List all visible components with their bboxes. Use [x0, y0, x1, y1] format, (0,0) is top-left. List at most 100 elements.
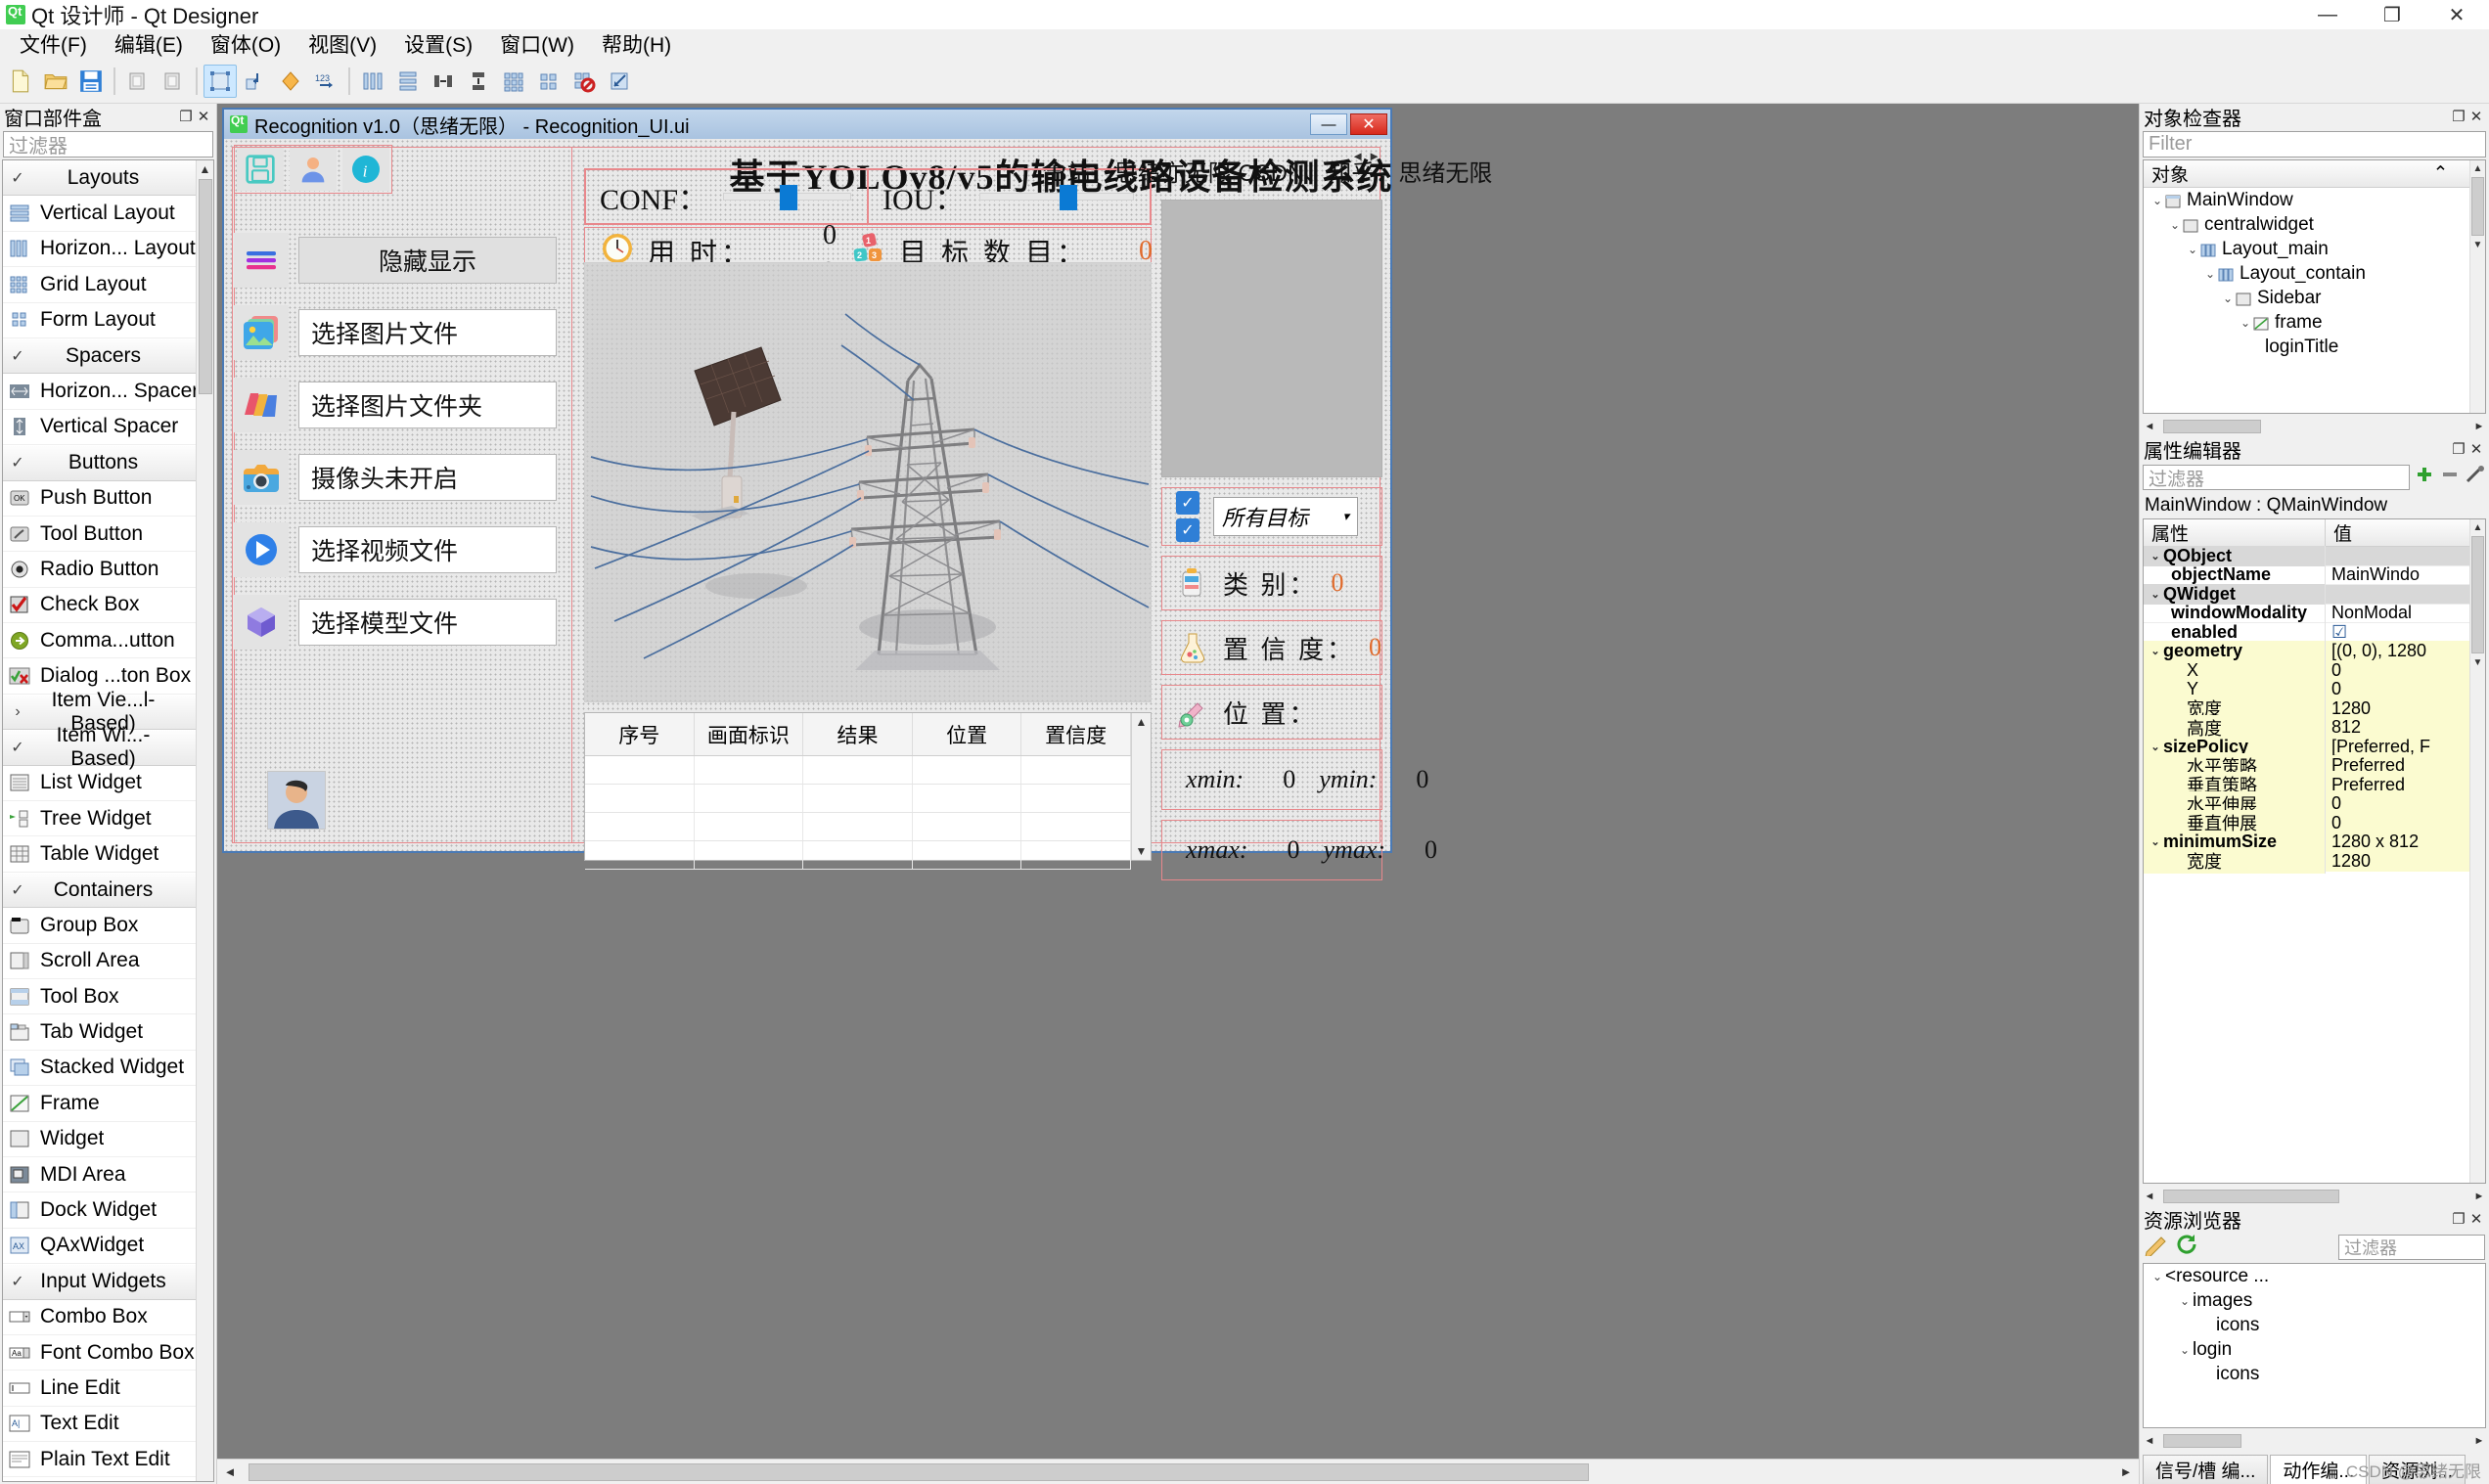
chevron-down-icon[interactable]: ⌄ — [2148, 550, 2163, 562]
chevron-down-icon[interactable]: ⌄ — [2150, 1270, 2165, 1283]
tree-node-mainwindow[interactable]: ⌄ MainWindow — [2144, 188, 2485, 212]
select-image-file-field[interactable]: 选择图片文件 — [298, 309, 557, 356]
scroll-up-icon[interactable]: ▲ — [197, 160, 214, 178]
scrollbar-thumb[interactable] — [2471, 536, 2484, 653]
edit-signals-slots-icon[interactable] — [239, 65, 272, 98]
menu-lines-icon[interactable] — [234, 233, 289, 288]
scroll-right-icon[interactable]: ► — [2469, 421, 2489, 432]
open-form-icon[interactable] — [39, 65, 72, 98]
camera-icon[interactable] — [234, 450, 289, 505]
user-icon[interactable] — [290, 148, 337, 191]
form-close-button[interactable]: ✕ — [1350, 113, 1387, 135]
adjust-size-icon[interactable] — [603, 65, 636, 98]
close-icon[interactable]: ✕ — [2467, 440, 2485, 458]
layout-splitter-vertical-icon[interactable] — [462, 65, 495, 98]
scroll-right-icon[interactable]: ► — [2469, 1191, 2489, 1202]
property-windowmodality[interactable]: windowModality NonModal — [2144, 603, 2485, 624]
property-group-qwidget[interactable]: ⌄ QWidget — [2144, 583, 2485, 605]
break-layout-icon[interactable] — [567, 65, 601, 98]
minimize-button[interactable]: — — [2295, 0, 2360, 29]
resource-node-images[interactable]: ⌄ images — [2144, 1288, 2485, 1313]
widget-item-vertical-spacer[interactable]: Vertical Spacer — [3, 410, 196, 446]
float-icon[interactable]: ❐ — [177, 108, 195, 125]
layout-splitter-horizontal-icon[interactable] — [427, 65, 460, 98]
float-icon[interactable]: ❐ — [2450, 1210, 2467, 1228]
chevron-down-icon[interactable]: ⌄ — [2148, 588, 2163, 601]
menu-help[interactable]: 帮助(H) — [588, 26, 685, 62]
tree-node-layout-main[interactable]: ⌄ Layout_main — [2144, 237, 2485, 261]
chevron-left-icon[interactable]: ◄ — [1351, 149, 1364, 163]
menu-file[interactable]: 文件(F) — [6, 26, 101, 62]
hide-display-button[interactable]: 隐藏显示 — [298, 237, 557, 284]
property-value[interactable]: ☑ — [2326, 622, 2485, 643]
conf-slider-handle[interactable] — [779, 185, 797, 210]
table-row[interactable] — [585, 841, 1131, 870]
model-icon[interactable] — [234, 595, 289, 650]
scroll-down-icon[interactable]: ▼ — [2470, 237, 2485, 252]
info-icon[interactable]: i — [342, 148, 389, 191]
save-icon[interactable] — [237, 148, 284, 191]
target-select-combo[interactable]: 所有目标 ▾ — [1213, 497, 1358, 536]
folder-icon[interactable] — [234, 378, 289, 432]
widget-item-stacked-widget[interactable]: Stacked Widget — [3, 1051, 196, 1087]
widget-item-dock-widget[interactable]: Dock Widget — [3, 1192, 196, 1229]
widget-group-item-widgets[interactable]: ✓ Item Wi...-Based) — [3, 724, 196, 770]
widget-item-horizontal-layout[interactable]: Horizon... Layout — [3, 232, 196, 268]
select-video-file-field[interactable]: 选择视频文件 — [298, 526, 557, 573]
table-row[interactable] — [585, 785, 1131, 813]
layout-vertically-icon[interactable] — [391, 65, 425, 98]
close-icon[interactable]: ✕ — [195, 108, 212, 125]
redo-icon[interactable] — [157, 65, 190, 98]
scroll-track[interactable] — [2159, 1434, 2469, 1448]
undo-icon[interactable] — [121, 65, 155, 98]
maximize-button[interactable]: ❐ — [2360, 0, 2424, 29]
scrollbar-thumb[interactable] — [2163, 1434, 2241, 1448]
widget-item-plain-text-edit[interactable]: Plain Text Edit — [3, 1442, 196, 1478]
widget-box-filter[interactable]: 过滤器 — [3, 131, 213, 157]
scroll-left-icon[interactable]: ◄ — [2140, 1191, 2159, 1202]
scroll-down-icon[interactable]: ▼ — [2470, 654, 2485, 670]
chevron-down-icon[interactable]: ⌄ — [2177, 1343, 2193, 1357]
property-editor-vscrollbar[interactable]: ▲ ▼ — [2469, 519, 2485, 1183]
scrollbar-thumb[interactable] — [198, 179, 212, 394]
scroll-up-icon[interactable]: ▲ — [2470, 519, 2485, 535]
resource-filter-input[interactable]: 过滤器 — [2338, 1235, 2485, 1260]
property-group-qobject[interactable]: ⌄ QObject — [2144, 545, 2485, 566]
object-inspector-hscrollbar[interactable]: ◄ ► — [2140, 417, 2489, 436]
widget-item-spin-box[interactable]: Spin Box — [3, 1477, 196, 1481]
close-button[interactable]: ✕ — [2424, 0, 2489, 29]
widget-item-command-link-button[interactable]: Comma...utton — [3, 623, 196, 659]
widget-item-line-edit[interactable]: Line Edit — [3, 1371, 196, 1407]
save-form-icon[interactable] — [74, 65, 108, 98]
scrollbar-thumb[interactable] — [2471, 177, 2484, 236]
remove-icon[interactable] — [2439, 465, 2461, 490]
scroll-left-icon[interactable]: ◄ — [2140, 1435, 2159, 1447]
float-icon[interactable]: ❐ — [2450, 108, 2467, 125]
widget-item-vertical-layout[interactable]: Vertical Layout — [3, 196, 196, 232]
conf-slider[interactable] — [723, 185, 851, 210]
scroll-track[interactable] — [2159, 1190, 2469, 1203]
select-model-file-field[interactable]: 选择模型文件 — [298, 599, 557, 646]
widget-item-group-box[interactable]: Group Box — [3, 908, 196, 944]
check-icon[interactable]: ✓ — [1176, 518, 1199, 542]
chevron-down-icon[interactable]: ⌄ — [2150, 194, 2165, 207]
form-minimize-button[interactable]: — — [1310, 113, 1347, 135]
resource-node-login-icons[interactable]: icons — [2144, 1362, 2485, 1386]
chevron-down-icon[interactable]: ⌄ — [2148, 835, 2163, 848]
chevron-down-icon[interactable]: ⌄ — [2167, 218, 2183, 232]
close-icon[interactable]: ✕ — [2467, 1210, 2485, 1228]
scroll-track[interactable] — [243, 1461, 2113, 1483]
scrollbar-thumb[interactable] — [2163, 420, 2261, 433]
play-icon[interactable] — [234, 522, 289, 577]
widget-item-grid-layout[interactable]: Grid Layout — [3, 267, 196, 303]
object-inspector-vscrollbar[interactable]: ▲ ▼ — [2469, 160, 2485, 413]
layout-horizontally-icon[interactable] — [356, 65, 389, 98]
object-inspector-filter[interactable]: Filter — [2143, 131, 2486, 157]
property-filter-input[interactable]: 过滤器 — [2143, 465, 2410, 490]
right-panel-arrows[interactable]: ◄ ► — [1351, 149, 1380, 163]
scroll-up-icon[interactable]: ▲ — [1136, 713, 1148, 731]
widget-item-font-combo-box[interactable]: Aa Font Combo Box — [3, 1335, 196, 1372]
mdi-horizontal-scrollbar[interactable]: ◄ ► — [217, 1459, 2139, 1484]
widget-item-mdi-area[interactable]: MDI Area — [3, 1157, 196, 1193]
menu-edit[interactable]: 编辑(E) — [101, 26, 197, 62]
